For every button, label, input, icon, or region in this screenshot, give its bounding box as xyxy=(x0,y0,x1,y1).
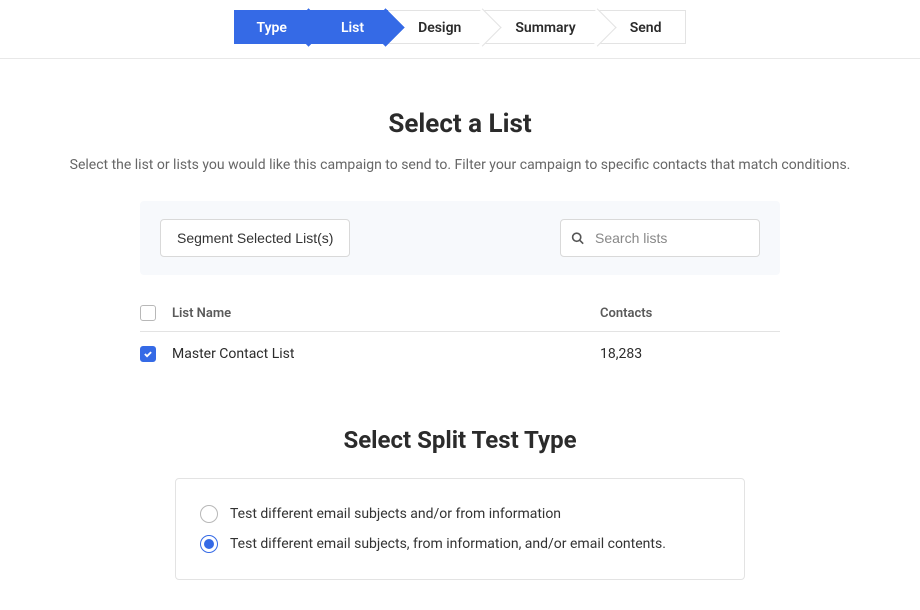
search-input[interactable] xyxy=(560,219,760,257)
split-test-title: Select Split Test Type xyxy=(50,426,870,454)
page-subtitle: Select the list or lists you would like … xyxy=(50,157,870,173)
step-label: List xyxy=(341,20,364,36)
stepper: Type List Design Summary Send xyxy=(234,10,687,44)
stepper-bar: Type List Design Summary Send xyxy=(0,0,920,59)
list-header: List Name Contacts xyxy=(140,305,780,332)
row-contacts: 18,283 xyxy=(600,346,780,362)
search-box xyxy=(560,219,760,257)
radio-label: Test different email subjects, from info… xyxy=(230,536,666,552)
list-table: List Name Contacts Master Contact List 1… xyxy=(140,305,780,376)
split-option-contents[interactable]: Test different email subjects, from info… xyxy=(200,529,720,559)
segment-button[interactable]: Segment Selected List(s) xyxy=(160,219,350,257)
row-checkbox-cell xyxy=(140,346,172,362)
radio-button[interactable] xyxy=(200,505,218,523)
split-test-panel: Test different email subjects and/or fro… xyxy=(175,478,745,580)
step-label: Design xyxy=(418,20,461,36)
step-summary[interactable]: Summary xyxy=(485,10,599,44)
column-header-contacts: Contacts xyxy=(600,306,780,321)
page-title: Select a List xyxy=(50,109,870,139)
step-label: Summary xyxy=(515,20,575,36)
header-checkbox-cell xyxy=(140,305,172,321)
select-all-checkbox[interactable] xyxy=(140,305,156,321)
step-label: Type xyxy=(257,20,287,36)
page-content: Select a List Select the list or lists y… xyxy=(50,59,870,610)
table-row[interactable]: Master Contact List 18,283 xyxy=(140,332,780,376)
filter-bar: Segment Selected List(s) xyxy=(140,201,780,275)
row-checkbox[interactable] xyxy=(140,346,156,362)
step-label: Send xyxy=(630,20,662,36)
split-option-subjects[interactable]: Test different email subjects and/or fro… xyxy=(200,499,720,529)
radio-button[interactable] xyxy=(200,535,218,553)
step-type[interactable]: Type xyxy=(234,10,311,44)
column-header-name: List Name xyxy=(172,306,600,321)
search-icon xyxy=(571,232,584,245)
radio-label: Test different email subjects and/or fro… xyxy=(230,506,561,522)
row-name: Master Contact List xyxy=(172,346,600,362)
